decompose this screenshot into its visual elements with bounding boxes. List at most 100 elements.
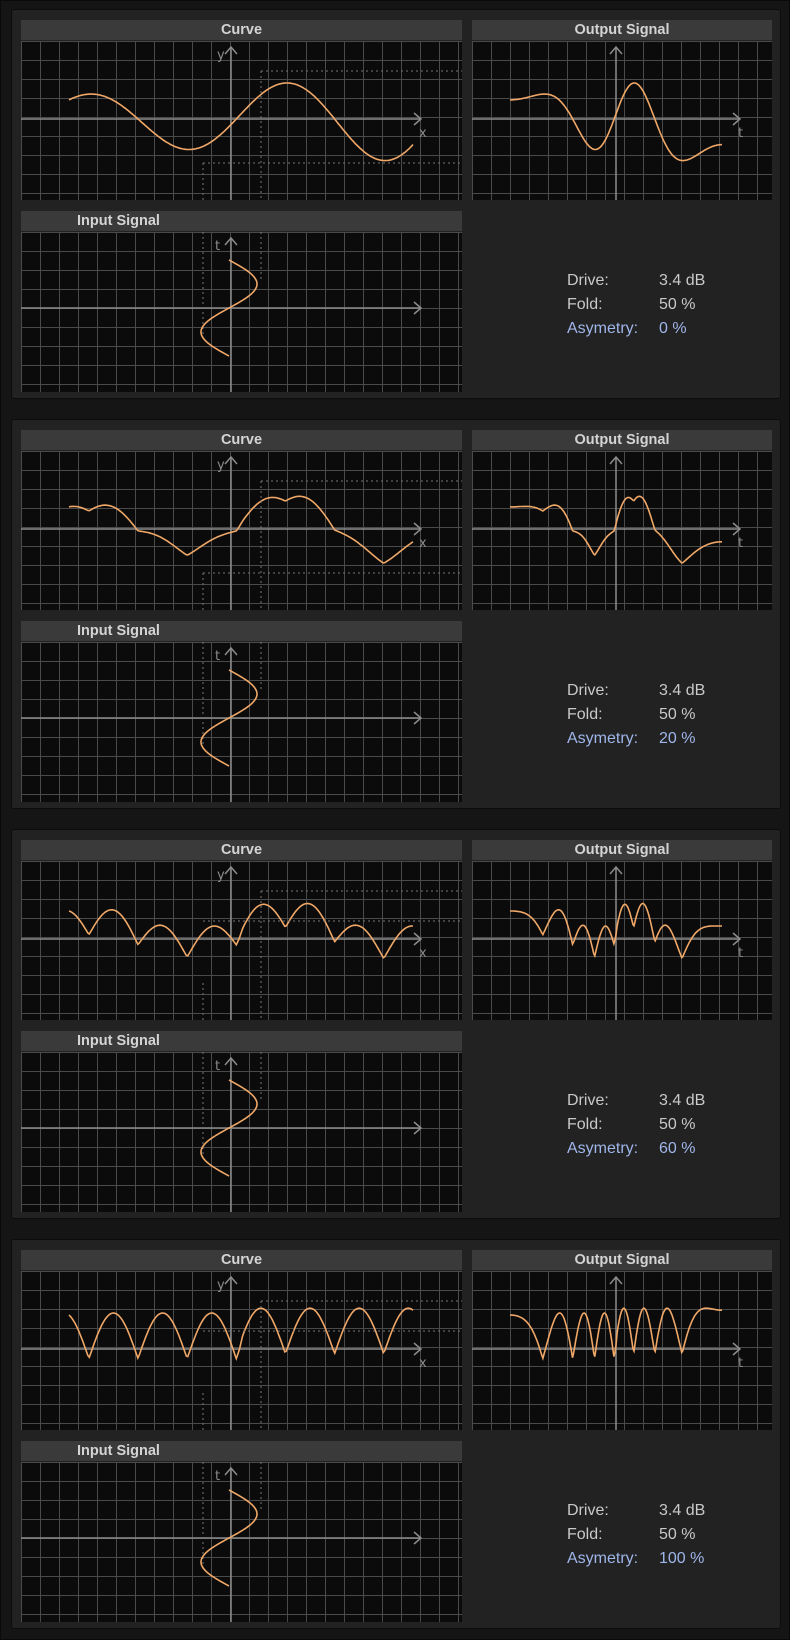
fold-row: Fold: 50 % — [567, 293, 747, 317]
output-signal-plot: t — [472, 861, 772, 1020]
grid-lines — [472, 861, 772, 1020]
drive-value: 3.4 dB — [659, 1502, 706, 1519]
drive-row: Drive: 3.4 dB — [567, 1089, 747, 1113]
x-axis-label: x — [419, 536, 427, 551]
output-signal-title: Output Signal — [472, 840, 772, 860]
output-signal-title: Output Signal — [472, 1250, 772, 1270]
fold-row: Fold: 50 % — [567, 1523, 747, 1547]
asymmetry-row: Asymetry: 60 % — [567, 1137, 747, 1161]
asymmetry-row: Asymetry: 20 % — [567, 727, 747, 751]
fold-label: Fold: — [567, 296, 603, 313]
asymmetry-row: Asymetry: 100 % — [567, 1547, 747, 1571]
output-signal-plot: t — [472, 451, 772, 610]
parameter-readout: Drive: 3.4 dB Fold: 50 % Asymetry: 100 % — [567, 1499, 747, 1571]
asymmetry-value: 60 % — [659, 1140, 696, 1157]
input-signal-title: Input Signal — [21, 211, 462, 231]
grid-lines — [21, 232, 462, 392]
y-axis-label: t — [215, 1059, 220, 1074]
asymmetry-row: Asymetry: 0 % — [567, 317, 747, 341]
x-axis-label: t — [738, 536, 743, 551]
x-axis-label: x — [419, 1356, 427, 1371]
fold-label: Fold: — [567, 706, 603, 723]
curve-plot: xy — [21, 451, 462, 610]
transfer-curve — [68, 1307, 414, 1362]
y-axis-label: t — [215, 1469, 220, 1484]
asymmetry-label: Asymetry: — [567, 730, 639, 747]
curve-plot: xy — [21, 1271, 462, 1430]
input-signal-plot: t — [21, 642, 462, 802]
fold-value: 50 % — [659, 706, 696, 723]
y-axis-label: y — [217, 1278, 225, 1293]
fold-row: Fold: 50 % — [567, 1113, 747, 1137]
wavefolder-asymmetry-figure: Curve xy Output Signal t Input Signal t … — [0, 0, 790, 1640]
fold-row: Fold: 50 % — [567, 703, 747, 727]
input-signal-plot: t — [21, 1462, 462, 1622]
y-axis-label: t — [215, 649, 220, 664]
grid-lines — [21, 41, 462, 200]
fold-value: 50 % — [659, 1116, 696, 1133]
curve-title: Curve — [21, 430, 462, 450]
drive-label: Drive: — [567, 1092, 609, 1109]
fold-value: 50 % — [659, 296, 696, 313]
x-axis-label: t — [738, 946, 743, 961]
grid-lines — [21, 1271, 462, 1430]
drive-label: Drive: — [567, 682, 609, 699]
transfer-curve — [68, 82, 414, 162]
grid-lines — [472, 451, 772, 610]
drive-row: Drive: 3.4 dB — [567, 679, 747, 703]
drive-value: 3.4 dB — [659, 682, 706, 699]
x-axis-label: x — [419, 946, 427, 961]
asymmetry-value: 100 % — [659, 1550, 705, 1567]
wavefolder-panel: Curve xy Output Signal t Input Signal t … — [11, 1239, 781, 1629]
drive-value: 3.4 dB — [659, 272, 706, 289]
grid-lines — [472, 1271, 772, 1430]
curve-title: Curve — [21, 20, 462, 40]
x-axis-label: x — [419, 126, 427, 141]
input-signal-title: Input Signal — [21, 1031, 462, 1051]
drive-label: Drive: — [567, 272, 609, 289]
output-signal-plot: t — [472, 1271, 772, 1430]
grid-lines — [21, 861, 462, 1020]
curve-title: Curve — [21, 840, 462, 860]
parameter-readout: Drive: 3.4 dB Fold: 50 % Asymetry: 20 % — [567, 679, 747, 751]
wavefolder-panel: Curve xy Output Signal t Input Signal t … — [11, 829, 781, 1219]
curve-plot: xy — [21, 861, 462, 1020]
grid-lines — [472, 41, 772, 200]
x-axis-label: t — [738, 126, 743, 141]
y-axis-label: y — [217, 48, 225, 63]
y-axis-label: y — [217, 868, 225, 883]
asymmetry-label: Asymetry: — [567, 1140, 639, 1157]
asymmetry-value: 20 % — [659, 730, 696, 747]
asymmetry-value: 0 % — [659, 320, 687, 337]
drive-label: Drive: — [567, 1502, 609, 1519]
asymmetry-label: Asymetry: — [567, 320, 639, 337]
fold-label: Fold: — [567, 1116, 603, 1133]
fold-value: 50 % — [659, 1526, 696, 1543]
y-axis-label: y — [217, 458, 225, 473]
wavefolder-panel: Curve xy Output Signal t Input Signal t … — [11, 9, 781, 399]
input-signal-title: Input Signal — [21, 621, 462, 641]
output-signal-title: Output Signal — [472, 430, 772, 450]
grid-lines — [21, 642, 462, 802]
input-signal-title: Input Signal — [21, 1441, 462, 1461]
curve-title: Curve — [21, 1250, 462, 1270]
grid-lines — [21, 1462, 462, 1622]
x-axis-label: t — [738, 1356, 743, 1371]
curve-plot: xy — [21, 41, 462, 200]
output-signal-title: Output Signal — [472, 20, 772, 40]
output-signal-plot: t — [472, 41, 772, 200]
parameter-readout: Drive: 3.4 dB Fold: 50 % Asymetry: 60 % — [567, 1089, 747, 1161]
fold-label: Fold: — [567, 1526, 603, 1543]
parameter-readout: Drive: 3.4 dB Fold: 50 % Asymetry: 0 % — [567, 269, 747, 341]
input-signal-plot: t — [21, 232, 462, 392]
input-signal-plot: t — [21, 1052, 462, 1212]
y-axis-label: t — [215, 239, 220, 254]
drive-value: 3.4 dB — [659, 1092, 706, 1109]
wavefolder-panel: Curve xy Output Signal t Input Signal t … — [11, 419, 781, 809]
drive-row: Drive: 3.4 dB — [567, 1499, 747, 1523]
transfer-curve — [68, 902, 413, 959]
asymmetry-label: Asymetry: — [567, 1550, 639, 1567]
drive-row: Drive: 3.4 dB — [567, 269, 747, 293]
grid-lines — [21, 451, 462, 610]
grid-lines — [21, 1052, 462, 1212]
